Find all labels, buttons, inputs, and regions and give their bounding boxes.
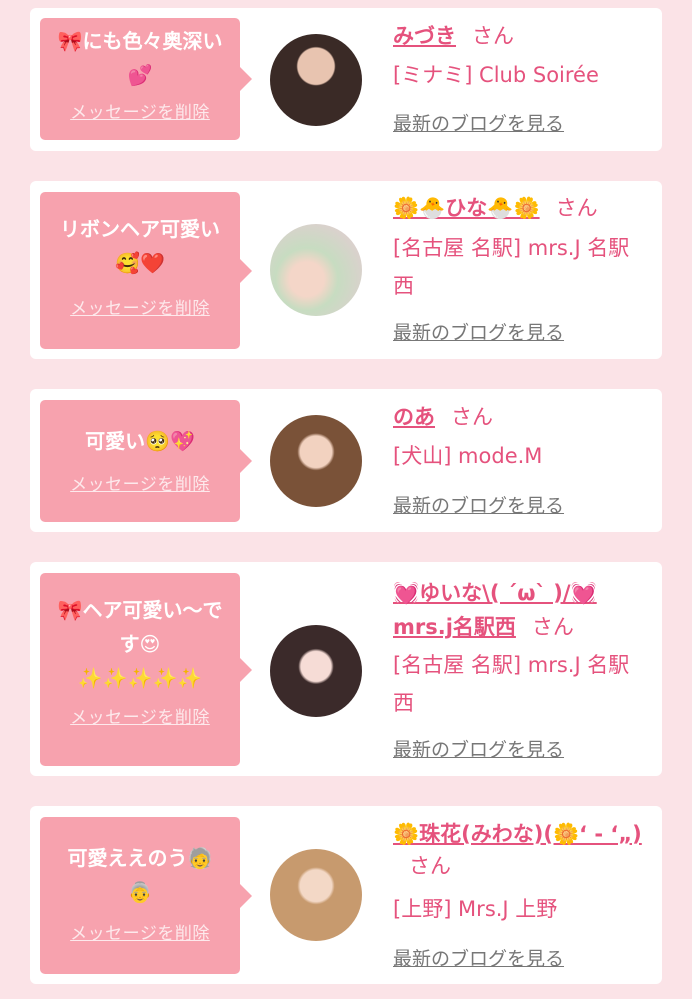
name-line: みづき さん bbox=[393, 20, 652, 52]
name-line: 💓ゆいな\( ´ω` )/💓mrs.j名駅西 さん bbox=[393, 576, 652, 644]
name-line: 🌼珠花(みわな)(🌼‘ - ‘„) さん bbox=[393, 818, 652, 882]
latest-blog-link[interactable]: 最新のブログを見る bbox=[393, 318, 564, 345]
honorific: さん bbox=[472, 24, 514, 48]
message-card: 可愛ええのう🧓 👵 メッセージを削除 🌼珠花(みわな)(🌼‘ - ‘„) さん [… bbox=[30, 806, 662, 984]
message-card: リボンヘア可愛い 🥰❤️ メッセージを削除 🌼🐣ひな🐣🌼 さん [名古屋 名駅] … bbox=[30, 181, 662, 359]
message-card: 可愛い🥺💖 メッセージを削除 のあ さん [犬山] mode.M 最新のブログを見… bbox=[30, 389, 662, 532]
girl-name-link[interactable]: 🌼珠花(みわな)(🌼‘ - ‘„) bbox=[393, 822, 642, 846]
shop-label: [犬山] mode.M bbox=[393, 444, 543, 468]
message-bubble: 可愛い🥺💖 メッセージを削除 bbox=[40, 400, 252, 522]
delete-message-link[interactable]: メッセージを削除 bbox=[40, 294, 240, 319]
delete-message-link[interactable]: メッセージを削除 bbox=[40, 919, 240, 944]
message-card: 🎀にも色々奥深い 💕 メッセージを削除 みづき さん [ミナミ] Club Soi… bbox=[30, 8, 662, 151]
message-text: 🎀にも色々奥深い 💕 bbox=[57, 29, 223, 87]
name-line: 🌼🐣ひな🐣🌼 さん bbox=[393, 192, 652, 224]
avatar[interactable] bbox=[270, 224, 362, 316]
message-text: 🎀ヘア可愛い〜で す😍 ✨✨✨✨✨ bbox=[57, 598, 223, 690]
shop-label: [名古屋 名駅] mrs.J 名駅西 bbox=[393, 236, 630, 298]
latest-blog-link[interactable]: 最新のブログを見る bbox=[393, 735, 564, 762]
name-line: のあ さん bbox=[393, 401, 652, 433]
message-text: 可愛い🥺💖 bbox=[85, 429, 195, 453]
girl-name-link[interactable]: のあ bbox=[393, 405, 435, 429]
message-bubble: 🎀ヘア可愛い〜で す😍 ✨✨✨✨✨ メッセージを削除 bbox=[40, 573, 252, 766]
latest-blog-link[interactable]: 最新のブログを見る bbox=[393, 944, 564, 971]
avatar[interactable] bbox=[270, 849, 362, 941]
girl-name-link[interactable]: 🌼🐣ひな🐣🌼 bbox=[393, 196, 540, 220]
latest-blog-link[interactable]: 最新のブログを見る bbox=[393, 491, 564, 518]
delete-message-link[interactable]: メッセージを削除 bbox=[40, 470, 240, 495]
message-text: 可愛ええのう🧓 👵 bbox=[67, 846, 213, 904]
delete-message-link[interactable]: メッセージを削除 bbox=[40, 703, 240, 728]
message-text: リボンヘア可愛い 🥰❤️ bbox=[60, 217, 220, 275]
honorific: さん bbox=[555, 196, 598, 220]
message-bubble: 可愛ええのう🧓 👵 メッセージを削除 bbox=[40, 817, 252, 974]
message-bubble: 🎀にも色々奥深い 💕 メッセージを削除 bbox=[40, 18, 252, 140]
honorific: さん bbox=[451, 405, 493, 429]
avatar[interactable] bbox=[270, 625, 362, 717]
girl-name-link[interactable]: みづき bbox=[393, 24, 456, 48]
delete-message-link[interactable]: メッセージを削除 bbox=[40, 98, 240, 123]
shop-label: [名古屋 名駅] mrs.J 名駅西 bbox=[393, 653, 630, 715]
shop-label: [ミナミ] Club Soirée bbox=[393, 63, 599, 87]
avatar[interactable] bbox=[270, 34, 362, 126]
latest-blog-link[interactable]: 最新のブログを見る bbox=[393, 109, 564, 136]
message-card: 🎀ヘア可愛い〜で す😍 ✨✨✨✨✨ メッセージを削除 💓ゆいな\( ´ω` )/… bbox=[30, 562, 662, 776]
avatar[interactable] bbox=[270, 415, 362, 507]
honorific: さん bbox=[531, 615, 574, 639]
shop-label: [上野] Mrs.J 上野 bbox=[393, 897, 558, 921]
honorific: さん bbox=[409, 854, 451, 878]
message-bubble: リボンヘア可愛い 🥰❤️ メッセージを削除 bbox=[40, 192, 252, 349]
